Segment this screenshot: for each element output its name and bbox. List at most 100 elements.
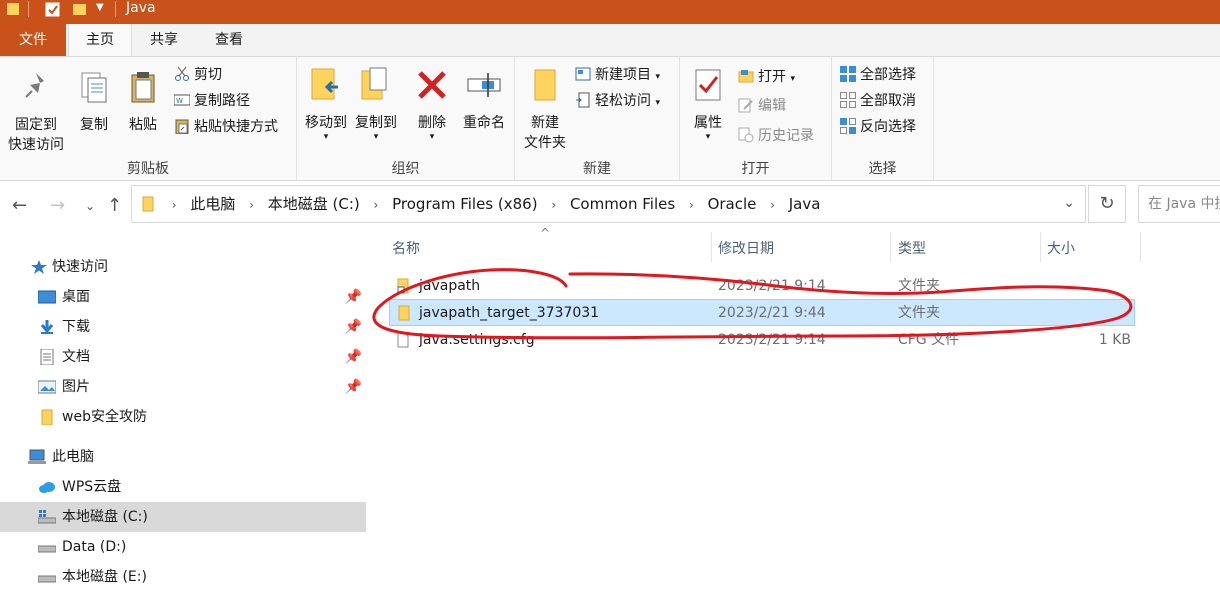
- invert-selection-button[interactable]: 反向选择: [840, 116, 916, 138]
- copy-to-label: 复制到: [355, 115, 397, 131]
- new-item-button[interactable]: 新建项目 ▾: [575, 64, 660, 86]
- window-title: Java: [126, 0, 156, 16]
- delete-button[interactable]: 删除 ▾: [409, 67, 455, 142]
- select-none-label: 全部取消: [860, 93, 916, 109]
- pin-icon[interactable]: 📌: [345, 372, 362, 402]
- copy-path-button[interactable]: W 复制路径: [174, 90, 250, 112]
- copy-button[interactable]: 复制: [72, 69, 116, 135]
- pin-icon[interactable]: 📌: [345, 342, 362, 372]
- tab-file[interactable]: 文件: [0, 24, 66, 56]
- customize-quick-access-icon[interactable]: ▼: [96, 2, 104, 13]
- edit-button[interactable]: 编辑: [738, 95, 786, 117]
- sidebar-item-data-d[interactable]: Data (D:): [0, 532, 366, 562]
- breadcrumb-separator-icon: ›: [249, 198, 254, 212]
- pin-to-quick-access-button[interactable]: 固定到 快速访问: [4, 69, 68, 155]
- column-divider[interactable]: [890, 232, 891, 262]
- back-arrow-icon[interactable]: ←: [12, 195, 27, 216]
- ribbon-tabs: 文件 主页 共享 查看: [0, 24, 1220, 57]
- column-divider[interactable]: [1140, 232, 1141, 262]
- separator: [28, 1, 29, 17]
- file-row[interactable]: javapath 2023/2/21 9:14 文件夹: [389, 273, 1135, 299]
- properties-quick-icon[interactable]: [44, 1, 62, 19]
- sidebar-item-label: 图片: [62, 379, 90, 395]
- sidebar-item-downloads[interactable]: 下载 📌: [0, 312, 366, 342]
- column-header-date[interactable]: 修改日期: [718, 238, 774, 258]
- pin-label-line2: 快速访问: [8, 137, 64, 153]
- delete-label: 删除: [418, 115, 446, 131]
- column-header-type[interactable]: 类型: [898, 238, 926, 258]
- easy-access-button[interactable]: 轻松访问 ▾: [575, 90, 660, 112]
- sidebar-item-quick-access[interactable]: 快速访问: [0, 252, 366, 282]
- up-arrow-icon[interactable]: ↑: [107, 195, 122, 216]
- pictures-icon: [38, 380, 56, 394]
- pin-label-line1: 固定到: [15, 117, 57, 133]
- rename-button[interactable]: 重命名: [459, 67, 509, 133]
- address-dropdown-icon[interactable]: ⌄: [1063, 195, 1075, 211]
- sidebar-item-documents[interactable]: 文档 📌: [0, 342, 366, 372]
- new-folder-label-line2: 文件夹: [524, 135, 566, 151]
- drive-icon: [38, 545, 56, 553]
- tab-share[interactable]: 共享: [135, 24, 193, 56]
- history-icon: [738, 127, 754, 143]
- copy-path-icon: W: [174, 94, 190, 106]
- select-all-label: 全部选择: [860, 67, 916, 83]
- recent-locations-chevron-icon[interactable]: ⌄: [85, 199, 95, 213]
- breadcrumb-common-files[interactable]: Common Files: [570, 186, 675, 222]
- sidebar-item-label: 下载: [62, 319, 90, 335]
- search-input[interactable]: 在 Java 中搜: [1138, 185, 1220, 223]
- move-to-button[interactable]: 移动到 ▾: [301, 67, 351, 142]
- copy-to-button[interactable]: 复制到 ▾: [351, 67, 401, 142]
- paste-button[interactable]: 粘贴: [121, 69, 165, 135]
- sidebar-item-local-disk-e[interactable]: 本地磁盘 (E:): [0, 562, 366, 592]
- copy-icon: [81, 72, 107, 103]
- select-all-button[interactable]: 全部选择: [840, 64, 916, 86]
- sidebar-item-wps-cloud[interactable]: WPS云盘: [0, 472, 366, 502]
- pin-icon[interactable]: 📌: [345, 312, 362, 342]
- sidebar-item-label: WPS云盘: [62, 479, 122, 495]
- address-bar[interactable]: › 此电脑 › 本地磁盘 (C:) › Program Files (x86) …: [131, 185, 1086, 223]
- breadcrumb-separator-icon: ›: [171, 198, 177, 212]
- breadcrumb-program-files[interactable]: Program Files (x86): [392, 186, 537, 222]
- invert-selection-label: 反向选择: [860, 119, 916, 135]
- file-row[interactable]: java.settings.cfg 2023/2/21 9:14 CFG 文件 …: [389, 327, 1135, 353]
- pin-icon[interactable]: 📌: [345, 282, 362, 312]
- sidebar-item-label: 此电脑: [52, 449, 94, 465]
- new-folder-label-line1: 新建: [531, 115, 559, 131]
- file-row[interactable]: javapath_target_3737031 2023/2/21 9:44 文…: [389, 299, 1135, 326]
- sidebar-item-label: 文档: [62, 349, 90, 365]
- column-header-name[interactable]: 名称: [392, 238, 420, 258]
- tab-view[interactable]: 查看: [200, 24, 258, 56]
- breadcrumb-java[interactable]: Java: [789, 186, 821, 222]
- copy-path-label: 复制路径: [194, 93, 250, 109]
- organize-group: 移动到 ▾ 复制到 ▾ 删除 ▾ 重命名 组织: [297, 57, 515, 180]
- sidebar-item-desktop[interactable]: 桌面 📌: [0, 282, 366, 312]
- cut-button[interactable]: 剪切: [174, 64, 222, 86]
- paste-icon: [131, 72, 155, 103]
- paste-shortcut-button[interactable]: 粘贴快捷方式: [174, 116, 278, 138]
- properties-button[interactable]: 属性 ▾: [684, 67, 732, 142]
- sidebar-item-pictures[interactable]: 图片 📌: [0, 372, 366, 402]
- dropdown-arrow-icon: ▾: [429, 132, 435, 142]
- new-folder-button[interactable]: 新建 文件夹: [519, 67, 571, 153]
- sidebar-item-this-pc[interactable]: 此电脑: [0, 442, 366, 472]
- new-folder-quick-icon[interactable]: [72, 1, 88, 17]
- sidebar-item-local-disk-c[interactable]: 本地磁盘 (C:): [0, 502, 366, 532]
- cut-label: 剪切: [194, 67, 222, 83]
- select-none-button[interactable]: 全部取消: [840, 90, 916, 112]
- column-header-size[interactable]: 大小: [1047, 238, 1075, 258]
- breadcrumb-oracle[interactable]: Oracle: [708, 186, 757, 222]
- document-icon: [40, 349, 54, 365]
- breadcrumb-this-pc[interactable]: 此电脑: [190, 186, 235, 222]
- breadcrumb-local-disk-c[interactable]: 本地磁盘 (C:): [268, 186, 360, 222]
- new-item-label: 新建项目: [595, 67, 651, 83]
- dropdown-arrow-icon: ▾: [655, 98, 660, 108]
- column-divider[interactable]: [1040, 232, 1041, 262]
- paste-shortcut-label: 粘贴快捷方式: [194, 119, 278, 135]
- open-button[interactable]: 打开 ▾: [738, 66, 795, 88]
- sidebar-item-web-security[interactable]: web安全攻防: [0, 402, 366, 432]
- tab-home[interactable]: 主页: [68, 24, 132, 57]
- refresh-icon[interactable]: ↻: [1088, 185, 1126, 223]
- history-button[interactable]: 历史记录: [738, 125, 814, 147]
- column-divider[interactable]: [711, 232, 712, 262]
- forward-arrow-icon[interactable]: →: [50, 195, 65, 216]
